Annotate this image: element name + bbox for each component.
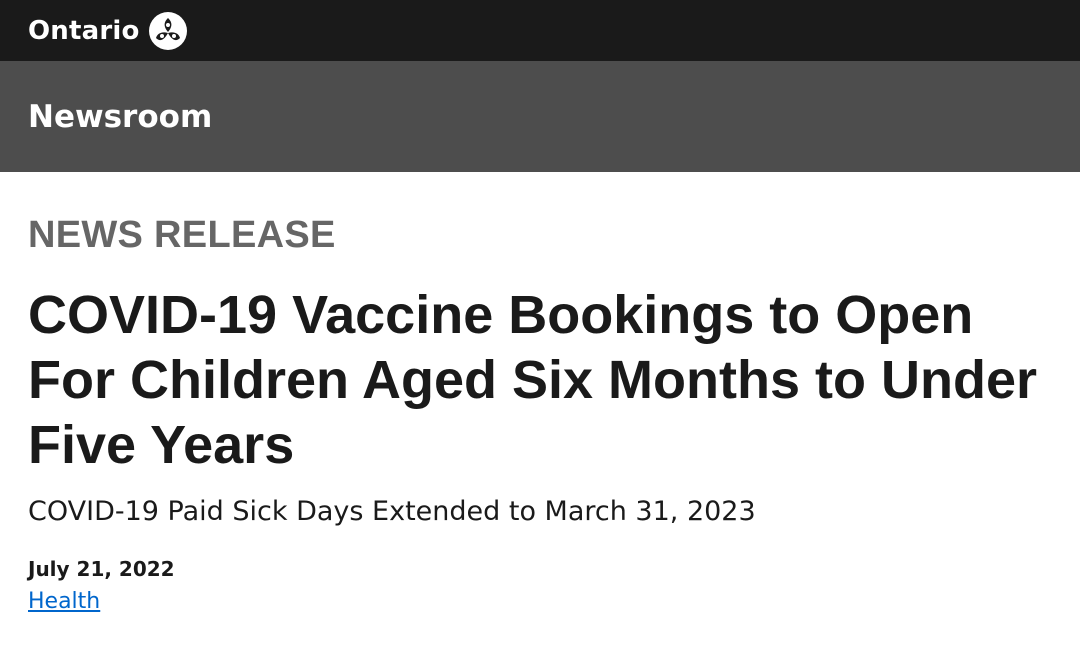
article-main: NEWS RELEASE COVID-19 Vaccine Bookings t… [0,215,1080,616]
article-title: COVID-19 Vaccine Bookings to Open For Ch… [28,285,1037,475]
ontario-home-link[interactable]: Ontario [28,11,188,51]
newsroom-link[interactable]: Newsroom [28,99,212,135]
ontario-trillium-icon [148,11,187,50]
brand-text: Ontario [28,15,140,46]
article-subtitle: COVID-19 Paid Sick Days Extended to Marc… [28,496,756,527]
publish-date: July 21, 2022 [28,557,175,581]
news-release-label: NEWS RELEASE [28,214,336,256]
top-bar: Ontario [0,0,1080,61]
topic-link-health[interactable]: Health [28,588,100,616]
newsroom-bar: Newsroom [0,61,1080,172]
